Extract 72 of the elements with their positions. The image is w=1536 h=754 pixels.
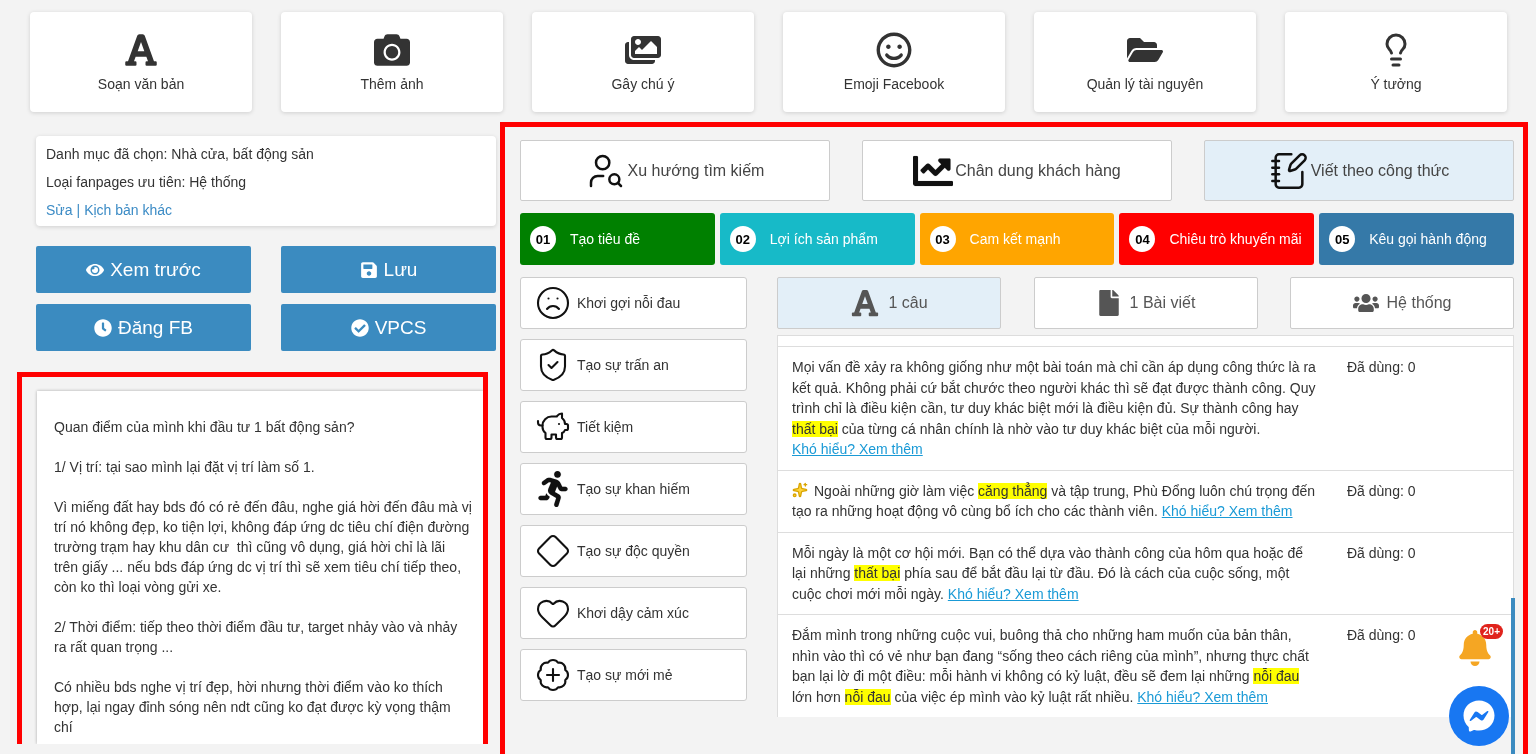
action-button[interactable]: Xem trước bbox=[36, 246, 251, 293]
info-link[interactable]: Sửa bbox=[46, 202, 73, 218]
format-tab[interactable]: Hệ thống bbox=[1290, 277, 1514, 329]
format-tab[interactable]: 1 câu bbox=[777, 277, 1001, 329]
scrollbar-thumb[interactable] bbox=[1511, 598, 1515, 754]
toolbar-card[interactable]: Soạn văn bản bbox=[30, 12, 252, 112]
draft-paragraph: 1/ Vị trí: tại sao mình lại đặt vị trí làm số 1. bbox=[54, 458, 316, 477]
draft-text-area[interactable] bbox=[37, 391, 483, 744]
mode-tab[interactable]: Viết theo công thức bbox=[1204, 140, 1514, 201]
category-text: Danh mục đã chọn: Nhà cửa, bất động sản bbox=[46, 146, 315, 162]
save-icon bbox=[359, 260, 378, 279]
strategy-button[interactable]: Khơi gợi nỗi đau bbox=[520, 277, 747, 329]
toolbar-card[interactable]: Thêm ảnh bbox=[281, 12, 503, 112]
action-button[interactable]: VPCS bbox=[281, 304, 496, 351]
badge-plus-icon bbox=[535, 657, 571, 693]
suggestion-text[interactable]: Ngoài những giờ làm việc căng thẳng và tập trung, Phù Đổng luôn chú trọng đến tạo ra những hoạt động vô cùng bổ ích cho các thành viên. Khó hiểu? Xem thêm bbox=[792, 480, 1317, 522]
suggestion-text[interactable]: Mọi vấn đề xảy ra không giống như một bài toán mà chỉ cần áp dụng công thức là ra kết quả. Không phải cứ bắt chước theo người khác thì sẽ đạt được thành công. Quy trình chỉ là điều kiện cần, tư duy khác biệt mới là điều kiện đủ. Sự thành công hay thất bại của từng cá nhân chính là nhờ vào tư duy khác biệt của mỗi người. Khó hiểu? Xem thêm bbox=[792, 357, 1317, 460]
step-button[interactable]: 02 Lợi ích sản phẩm bbox=[719, 213, 915, 265]
step-label: Tạo tiêu đề bbox=[570, 231, 641, 247]
step-label: Kêu gọi hành động bbox=[1369, 231, 1487, 247]
mode-tab[interactable]: Xu hướng tìm kiếm bbox=[520, 140, 830, 201]
toolbar-card[interactable]: Quản lý tài nguyên bbox=[1034, 12, 1256, 112]
draft-paragraph: 2/ Thời điểm: tiếp theo thời điểm đầu tư, target nhảy vào và nhảy ra rất quan trọng ... bbox=[54, 618, 459, 657]
info-link[interactable]: Kịch bản khác bbox=[84, 202, 173, 218]
strategy-button[interactable]: Tạo sự mới mẻ bbox=[520, 649, 747, 701]
step-label: Cam kết mạnh bbox=[969, 231, 1061, 247]
step-label: Lợi ích sản phẩm bbox=[769, 231, 878, 247]
suggestion-text[interactable]: Đắm mình trong những cuộc vui, buông thả cho những ham muốn của bản thân, nhìn vào thì có vẻ như bạn đang “sống theo cách riêng của mình”, nhưng thực chất bạn lại lờ đi một điều: mỗi hành vi không có kỷ luật, đều sẽ đem lại những nỗi đau lớn hơn nỗi đau của việc ép mình vào kỷ luật rất nhiều. Khó hiểu? Xem thêm bbox=[792, 625, 1317, 707]
step-number: 03 bbox=[929, 226, 956, 252]
clock-icon bbox=[94, 318, 112, 337]
usage-count: Đã dùng: 0 bbox=[1347, 358, 1416, 377]
step-button[interactable]: 04 Chiêu trò khuyến mãi bbox=[1119, 213, 1315, 265]
sparkles-icon bbox=[792, 481, 808, 498]
step-button[interactable]: 05 Kêu gọi hành động bbox=[1319, 213, 1514, 265]
frown-face-icon bbox=[535, 285, 571, 321]
step-number: 02 bbox=[729, 226, 756, 252]
smiley-icon bbox=[876, 32, 912, 68]
camera-icon bbox=[374, 32, 410, 68]
runner-icon bbox=[535, 471, 571, 507]
step-label: Chiêu trò khuyến mãi bbox=[1169, 231, 1302, 247]
usage-count: Đã dùng: 0 bbox=[1347, 626, 1416, 645]
usage-count: Đã dùng: 0 bbox=[1347, 543, 1416, 563]
step-button[interactable]: 01 Tạo tiêu đề bbox=[520, 213, 715, 265]
strategy-button[interactable]: Khơi dậy cảm xúc bbox=[520, 587, 747, 639]
mode-tab[interactable]: Chân dung khách hàng bbox=[862, 140, 1172, 201]
action-button[interactable]: Đăng FB bbox=[36, 304, 251, 351]
action-button[interactable]: Lưu bbox=[281, 246, 496, 293]
suggestion-text[interactable]: Mỗi ngày là một cơ hội mới. Bạn có thể dựa vào thành công của hôm qua hoặc để lại những thất bại phía sau để bắt đầu lại từ đầu. Đó là cách của cuộc sống, một cuộc chơi mới mỗi ngày. Khó hiểu? Xem thêm bbox=[792, 542, 1317, 604]
strategy-button[interactable]: Tạo sự khan hiếm bbox=[520, 463, 747, 515]
step-number: 05 bbox=[1329, 226, 1356, 252]
draft-paragraph: Quan điểm của mình khi đầu tư 1 bất động sản? bbox=[54, 418, 356, 437]
step-number: 04 bbox=[1129, 226, 1156, 252]
step-number: 01 bbox=[530, 226, 556, 252]
fanpage-text: Loại fanpages ưu tiên: Hệ thống bbox=[46, 174, 248, 190]
strategy-button[interactable]: Tạo sự độc quyền bbox=[520, 525, 747, 577]
strategy-button[interactable]: Tiết kiệm bbox=[520, 401, 747, 453]
notebook-pen-icon bbox=[1268, 150, 1309, 191]
draft-paragraph: Có nhiều bds nghe vị trí đẹp, hời nhưng thời điểm vào ko thích hợp, lại ngay đỉnh sóng nên ndt cũng ko đạt được kỳ vọng thậm chí bbox=[54, 678, 452, 737]
font-icon bbox=[850, 288, 881, 318]
messenger-icon bbox=[1463, 700, 1495, 732]
diamond-icon bbox=[535, 533, 571, 569]
step-button[interactable]: 03 Cam kết mạnh bbox=[919, 213, 1115, 265]
toolbar-card[interactable]: Ý tưởng bbox=[1285, 12, 1507, 112]
toolbar-card[interactable]: Emoji Facebook bbox=[783, 12, 1005, 112]
messenger-button[interactable] bbox=[1449, 686, 1509, 746]
draft-paragraph: Vì miếng đất hay bds đó có rẻ đến đâu, nghe giá hời đến đâu mà vị trí nó không đẹp, ko tiện lợi, không đáp ứng dc tiêu chí điện đường trường trạm hay khu dân cư thì cũng vô dụng, giá hời chỉ là lãi trên giấy ... nếu bds đáp ứng dc vị trí thì sẽ xem tiêu chí tiếp theo, còn ko thì loại vòng gửi xe. bbox=[54, 498, 473, 597]
usage-count: Đã dùng: 0 bbox=[1347, 481, 1416, 501]
separator-text: | bbox=[76, 202, 81, 218]
format-tab[interactable]: 1 Bài viết bbox=[1033, 277, 1258, 329]
strategy-button[interactable]: Tạo sự trấn an bbox=[520, 339, 747, 391]
toolbar-card[interactable]: Gây chú ý bbox=[532, 12, 754, 112]
font-icon bbox=[123, 32, 159, 68]
